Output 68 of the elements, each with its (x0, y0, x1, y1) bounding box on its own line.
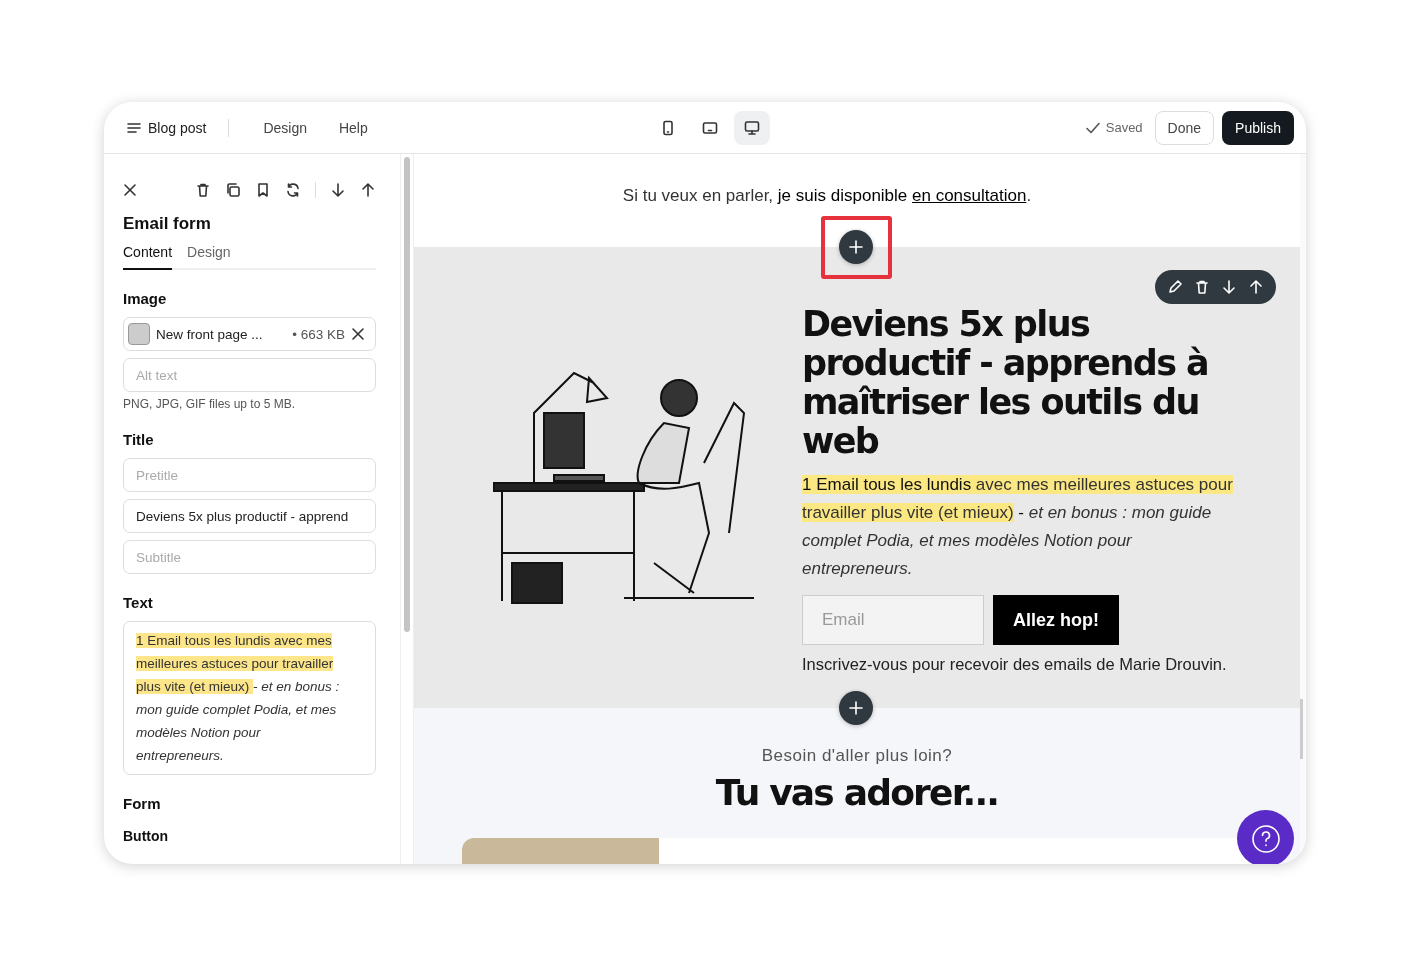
scrollbar-thumb[interactable] (1300, 699, 1303, 759)
move-up-button[interactable] (360, 182, 376, 198)
nav-link[interactable]: Design (251, 119, 319, 136)
file-name: New front page ... (156, 326, 264, 342)
submit-button[interactable]: Allez hop! (993, 595, 1119, 645)
question-icon (1250, 823, 1281, 854)
consultation-link[interactable]: en consultation (912, 186, 1027, 205)
section-label: Form (123, 795, 162, 812)
close-icon (351, 327, 365, 341)
pencil-icon (1167, 279, 1183, 295)
phone-icon (660, 119, 676, 136)
edit-button[interactable] (1167, 279, 1183, 295)
bookmark-icon (255, 182, 271, 198)
remove-image-button[interactable] (351, 327, 365, 341)
text-editor[interactable]: 1 Email tous les lundis avec mes meilleures astuces pour travailler plus vite (et mieux) - et en bonus : mon guide complet Podia, et mes modèles Notion pour entrepreneurs. (123, 621, 376, 775)
intro-paragraph: Si tu veux en parler, je suis disponible en consultation. (622, 186, 1032, 207)
field-label: Button (123, 828, 170, 844)
upload-hint: PNG, JPG, GIF files up to 5 MB. (123, 397, 297, 411)
copy-icon (225, 182, 241, 198)
subtitle-field[interactable]: Subtitle (123, 540, 376, 574)
title-field[interactable]: Deviens 5x plus productif - apprend (123, 499, 376, 533)
arrow-down-icon (1221, 279, 1237, 295)
form-caption: Inscrivez-vous pour recevoir des emails de Marie Drouvin. (802, 655, 1228, 674)
publish-button[interactable]: Publish (1222, 110, 1294, 145)
newsletter-description: 1 Email tous les lundis avec mes meilleures astuces pour travailler plus vite (et mieux) - et en bonus : mon guide complet Podia, et mes modèles Notion pour entrepreneurs. (802, 474, 1234, 580)
move-down-button[interactable] (330, 182, 346, 198)
tablet-icon (702, 119, 718, 136)
alt-text-field[interactable]: Alt text (123, 358, 376, 392)
close-button[interactable] (123, 183, 137, 197)
add-section-button[interactable] (839, 230, 873, 264)
arrow-up-icon (1248, 279, 1264, 295)
delete-button[interactable] (1194, 279, 1210, 295)
section-label: Text (123, 594, 154, 611)
blog-post-menu[interactable]: Blog post (126, 119, 207, 136)
section-title: Tu vas adorer... (715, 772, 999, 813)
close-icon (123, 183, 137, 197)
plus-icon (849, 240, 863, 254)
move-down-button[interactable] (1221, 279, 1237, 295)
trash-icon (1194, 279, 1210, 295)
panel-tab[interactable]: Content (123, 244, 173, 270)
desktop-view-button[interactable] (734, 110, 770, 145)
refresh-button[interactable] (285, 182, 301, 198)
arrow-down-icon (330, 182, 346, 198)
plus-icon (849, 701, 863, 715)
bookmark-button[interactable] (255, 182, 271, 198)
highlight-frame (821, 216, 892, 279)
pretitle-field[interactable]: Pretitle (123, 458, 376, 492)
done-button[interactable]: Done (1154, 110, 1215, 145)
section-label: Image (123, 290, 168, 307)
arrow-up-icon (360, 182, 376, 198)
duplicate-button[interactable] (225, 182, 241, 198)
move-up-button[interactable] (1248, 279, 1264, 295)
section-pretitle: Besoin d'aller plus loin? (761, 746, 953, 766)
saved-status: Saved (1105, 120, 1143, 135)
refresh-icon (285, 182, 301, 198)
email-field[interactable]: Email (802, 595, 984, 645)
image-thumbnail (128, 323, 150, 345)
panel-title: Email form (123, 214, 212, 234)
panel-tab[interactable]: Design (187, 244, 231, 270)
section-label: Title (123, 431, 155, 448)
file-size: • 663 KB (292, 326, 345, 342)
nav-link[interactable]: Help (326, 119, 380, 136)
desktop-icon (744, 119, 760, 136)
image-field[interactable]: New front page ... • 663 KB (123, 317, 376, 351)
trash-icon (195, 182, 211, 198)
newsletter-heading: Deviens 5x plus productif - apprends à maîtriser les outils du web (802, 305, 1210, 461)
scrollbar-thumb[interactable] (404, 157, 410, 632)
delete-button[interactable] (195, 182, 211, 198)
